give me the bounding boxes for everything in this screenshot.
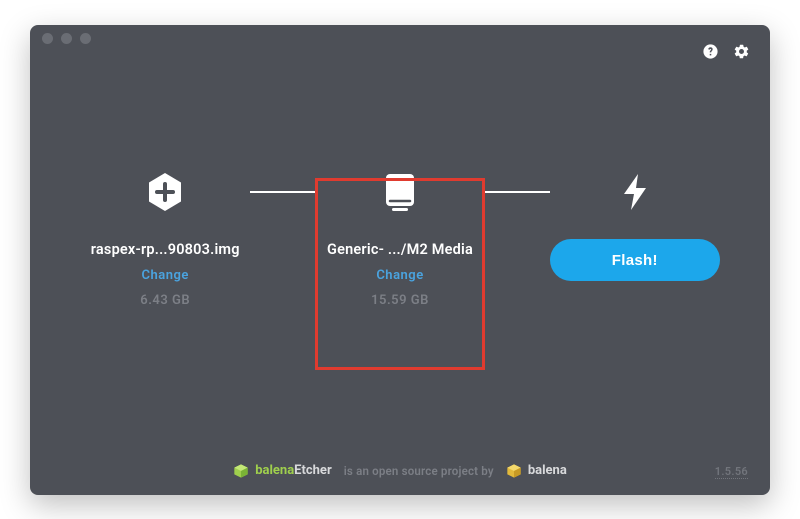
- brand-balena[interactable]: balena: [506, 463, 567, 479]
- close-traffic-light[interactable]: [42, 33, 53, 44]
- image-size-label: 6.43 GB: [140, 293, 190, 308]
- drive-name-label: Generic- .../M2 Media: [327, 241, 473, 258]
- minimize-traffic-light[interactable]: [61, 33, 72, 44]
- connector-line: [250, 191, 314, 193]
- cube-icon: [506, 463, 522, 479]
- step-select-image: raspex-rp...90803.img Change 6.43 GB: [80, 171, 250, 308]
- titlebar: [30, 25, 770, 53]
- plus-hexagon-icon: [144, 171, 186, 213]
- flash-bolt-icon: [614, 171, 656, 213]
- main-content: raspex-rp...90803.img Change 6.43 GB Gen…: [30, 53, 770, 447]
- drive-icon: [379, 171, 421, 213]
- step-flash: Flash!: [550, 171, 720, 281]
- brand-etcher-text: Etcher: [294, 463, 332, 478]
- image-filename-label: raspex-rp...90803.img: [91, 241, 240, 258]
- cube-icon: [233, 463, 249, 479]
- step-select-drive: Generic- .../M2 Media Change 15.59 GB: [315, 171, 485, 308]
- change-drive-link[interactable]: Change: [376, 268, 423, 283]
- change-image-link[interactable]: Change: [142, 268, 189, 283]
- flash-button[interactable]: Flash!: [550, 239, 720, 281]
- connector-line: [485, 191, 549, 193]
- zoom-traffic-light[interactable]: [80, 33, 91, 44]
- footer: balenaEtcher is an open source project b…: [30, 447, 770, 495]
- steps-row: raspex-rp...90803.img Change 6.43 GB Gen…: [80, 171, 720, 308]
- app-window: raspex-rp...90803.img Change 6.43 GB Gen…: [30, 25, 770, 495]
- footer-mid-text: is an open source project by: [344, 464, 494, 478]
- brand-balena-text: balena: [255, 463, 294, 478]
- brand-etcher[interactable]: balenaEtcher: [233, 463, 332, 479]
- drive-size-label: 15.59 GB: [371, 293, 429, 308]
- version-label[interactable]: 1.5.56: [715, 465, 748, 479]
- brand-balena2-text: balena: [528, 463, 567, 478]
